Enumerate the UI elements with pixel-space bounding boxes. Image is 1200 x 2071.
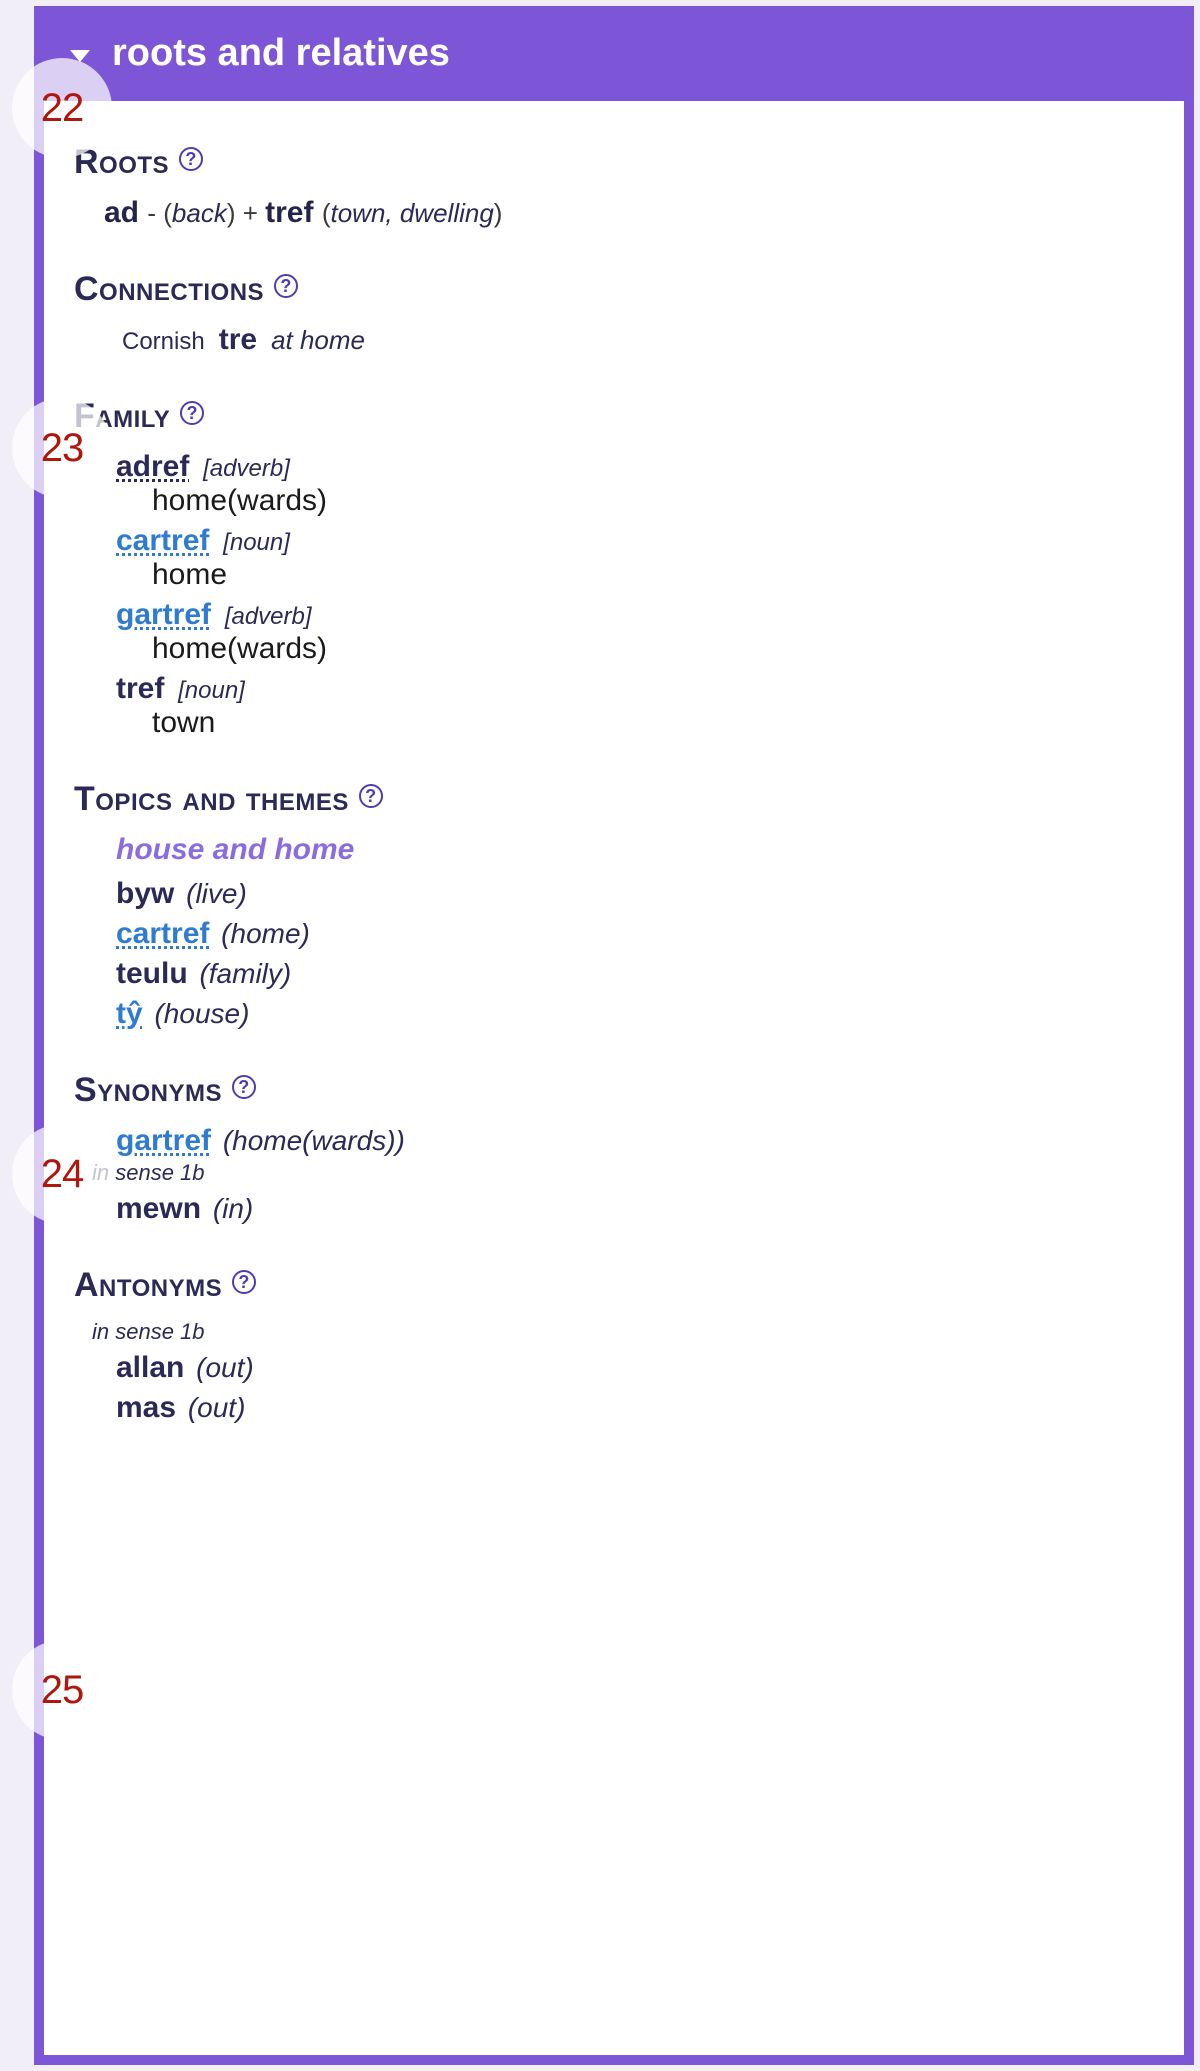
family-word-link[interactable]: adref — [116, 450, 189, 483]
family-definition: home(wards) — [152, 632, 1146, 666]
synonym-gloss: (in) — [213, 1193, 253, 1224]
root-gloss-1: back — [172, 198, 227, 228]
family-word: tref — [116, 672, 164, 705]
antonym-entry: mas (out) — [116, 1391, 1146, 1425]
family-entries: adref [adverb] home(wards) cartref [noun… — [116, 450, 1146, 740]
family-pos: [adverb] — [225, 603, 312, 630]
section-title-text: Roots — [74, 143, 169, 182]
section-antonyms: Antonyms ? in sense 1b allan (out) mas (… — [74, 1266, 1146, 1425]
family-entry: tref [noun] town — [116, 672, 1146, 740]
family-definition: home — [152, 558, 1146, 592]
synonym-gloss: (home(wards)) — [223, 1125, 405, 1156]
section-title-text: Antonyms — [74, 1266, 222, 1305]
synonym-entry: mewn (in) — [116, 1192, 1146, 1226]
section-title-connections: Connections ? — [74, 270, 1146, 309]
topic-word-link[interactable]: tŷ — [116, 997, 143, 1030]
help-icon[interactable]: ? — [359, 784, 383, 808]
antonym-entries: allan (out) mas (out) — [116, 1351, 1146, 1425]
panel-header[interactable]: roots and relatives — [44, 16, 1184, 101]
section-title-text: Synonyms — [74, 1071, 222, 1110]
topic-gloss: (family) — [199, 958, 291, 989]
topic-gloss: (live) — [186, 878, 247, 909]
sense-note: in sense 1b — [92, 1160, 1146, 1186]
root-sep-1: - ( — [147, 198, 172, 228]
root-close-2: ) — [494, 198, 503, 228]
page-root: 22 23 24 25 roots and relatives Roots ? … — [0, 0, 1200, 2071]
family-entry: adref [adverb] home(wards) — [116, 450, 1146, 518]
section-title-text: Connections — [74, 270, 264, 309]
family-word-link[interactable]: cartref — [116, 524, 209, 557]
connection-language: Cornish — [122, 328, 205, 356]
antonym-word: allan — [116, 1351, 184, 1384]
synonym-entry: gartref (home(wards)) — [116, 1124, 1146, 1158]
root-word-1: ad — [104, 196, 139, 229]
family-definition: town — [152, 706, 1146, 740]
family-entry: cartref [noun] home — [116, 524, 1146, 592]
antonym-entry: allan (out) — [116, 1351, 1146, 1385]
help-icon[interactable]: ? — [274, 274, 298, 298]
panel-title: roots and relatives — [112, 32, 450, 75]
help-icon[interactable]: ? — [232, 1075, 256, 1099]
topic-word: teulu — [116, 957, 188, 990]
help-icon[interactable]: ? — [179, 147, 203, 171]
family-pos: [noun] — [178, 677, 245, 704]
family-pos: [noun] — [223, 529, 290, 556]
help-icon[interactable]: ? — [180, 401, 204, 425]
section-roots: Roots ? ad - (back) + tref (town, dwelli… — [74, 143, 1146, 230]
synonym-entries: gartref (home(wards)) — [116, 1124, 1146, 1158]
section-title-family: Family ? — [74, 397, 1146, 436]
section-title-roots: Roots ? — [74, 143, 1146, 182]
section-connections: Connections ? Cornish tre at home — [74, 270, 1146, 357]
section-title-synonyms: Synonyms ? — [74, 1071, 1146, 1110]
topic-entry: teulu (family) — [116, 957, 1146, 991]
topic-gloss: (home) — [221, 918, 310, 949]
root-close-1: ) + — [227, 198, 265, 228]
antonym-gloss: (out) — [196, 1352, 254, 1383]
topic-entries: byw (live) cartref (home) teulu (family)… — [116, 877, 1146, 1031]
topic-entry: byw (live) — [116, 877, 1146, 911]
section-title-topics: Topics and themes ? — [74, 780, 1146, 819]
root-word-2: tref — [265, 196, 313, 229]
root-gloss-2: town, dwelling — [330, 198, 493, 228]
family-entry: gartref [adverb] home(wards) — [116, 598, 1146, 666]
topic-gloss: (house) — [154, 998, 249, 1029]
section-title-text: Family — [74, 397, 170, 436]
section-topics: Topics and themes ? house and home byw (… — [74, 780, 1146, 1031]
topic-word: byw — [116, 877, 174, 910]
panel-body: Roots ? ad - (back) + tref (town, dwelli… — [44, 101, 1184, 1457]
section-synonyms: Synonyms ? gartref (home(wards)) in sens… — [74, 1071, 1146, 1226]
family-definition: home(wards) — [152, 484, 1146, 518]
section-family: Family ? adref [adverb] home(wards) cart… — [74, 397, 1146, 740]
topic-entry: cartref (home) — [116, 917, 1146, 951]
section-title-text: Topics and themes — [74, 780, 349, 819]
roots-and-relatives-panel: roots and relatives Roots ? ad - (back) … — [34, 6, 1194, 2065]
synonym-entries-b: mewn (in) — [116, 1192, 1146, 1226]
connection-gloss: at home — [271, 325, 365, 356]
topic-entry: tŷ (house) — [116, 997, 1146, 1031]
antonym-gloss: (out) — [188, 1392, 246, 1423]
synonym-word: mewn — [116, 1192, 201, 1225]
synonym-word-link[interactable]: gartref — [116, 1124, 211, 1157]
family-pos: [adverb] — [203, 455, 290, 482]
antonym-word: mas — [116, 1391, 176, 1424]
help-icon[interactable]: ? — [232, 1270, 256, 1294]
sense-note: in sense 1b — [92, 1319, 1146, 1345]
topic-word-link[interactable]: cartref — [116, 917, 209, 950]
section-title-antonyms: Antonyms ? — [74, 1266, 1146, 1305]
roots-etymology: ad - (back) + tref (town, dwelling) — [104, 196, 1146, 230]
topic-heading[interactable]: house and home — [116, 833, 1146, 867]
connection-word: tre — [219, 323, 257, 357]
family-word-link[interactable]: gartref — [116, 598, 211, 631]
chevron-down-icon — [70, 50, 90, 62]
connection-row: Cornish tre at home — [122, 323, 1146, 357]
